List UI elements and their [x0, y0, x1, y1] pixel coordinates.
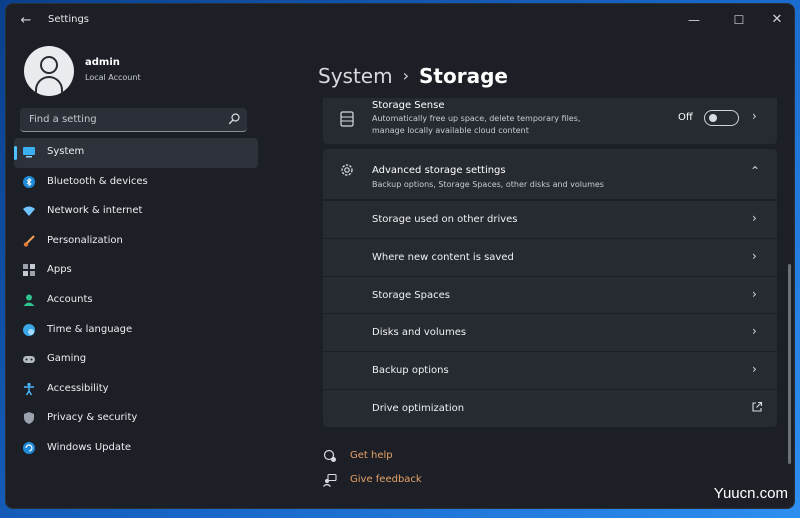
- sidebar-item-bluetooth[interactable]: Bluetooth & devices: [14, 168, 258, 198]
- user-profile[interactable]: admin Local Account: [24, 46, 254, 98]
- sidebar-item-label: Network & internet: [47, 205, 143, 217]
- chevron-right-icon: ›: [752, 211, 757, 225]
- sidebar-item-accessibility[interactable]: Accessibility: [14, 375, 258, 405]
- minimize-button[interactable]: —: [676, 8, 712, 32]
- list-item-storage-spaces[interactable]: Storage Spaces ›: [323, 275, 777, 314]
- chevron-right-icon: ›: [752, 109, 757, 123]
- maximize-button[interactable]: ☐: [721, 8, 757, 32]
- advanced-storage-list: Storage used on other drives › Where new…: [323, 200, 777, 427]
- app-title: Settings: [48, 14, 90, 25]
- list-item-drive-optimization[interactable]: Drive optimization: [323, 388, 777, 427]
- profile-name: admin: [85, 57, 120, 68]
- sidebar-item-label: Accounts: [47, 293, 93, 305]
- list-item-backup-options[interactable]: Backup options ›: [323, 351, 777, 389]
- advanced-storage-title: Advanced storage settings: [372, 165, 506, 176]
- person-icon: [23, 294, 35, 306]
- accessibility-icon: [24, 382, 34, 396]
- profile-account-type: Local Account: [85, 73, 141, 82]
- update-icon: [23, 441, 35, 454]
- sidebar-item-gaming[interactable]: Gaming: [14, 345, 258, 375]
- chevron-right-icon: ›: [752, 286, 757, 301]
- search-input[interactable]: Find a setting: [20, 108, 247, 132]
- sidebar-item-label: Windows Update: [47, 441, 132, 453]
- page-title: Storage: [419, 64, 508, 88]
- chevron-up-icon[interactable]: ⌃: [750, 164, 760, 178]
- help-links: Get help Give feedback: [323, 446, 523, 496]
- list-item-label: Where new content is saved: [372, 251, 514, 263]
- list-item-label: Storage Spaces: [372, 289, 450, 301]
- storage-sense-title: Storage Sense: [372, 100, 445, 111]
- help-icon: [323, 449, 336, 462]
- storage-sense-icon: [340, 111, 354, 127]
- sidebar-item-accounts[interactable]: Accounts: [14, 286, 258, 316]
- breadcrumb-separator: ›: [402, 66, 409, 85]
- chevron-right-icon: ›: [752, 362, 757, 377]
- avatar-body: [35, 76, 63, 96]
- storage-sense-toggle[interactable]: [704, 110, 739, 126]
- advanced-storage-settings-card[interactable]: Advanced storage settings Backup options…: [323, 149, 777, 199]
- monitor-icon: [23, 147, 35, 158]
- bluetooth-icon: [23, 175, 35, 188]
- give-feedback-row[interactable]: Give feedback: [323, 470, 523, 494]
- close-button[interactable]: ✕: [759, 8, 794, 32]
- list-item-label: Backup options: [372, 365, 449, 377]
- sidebar-nav: System Bluetooth & devices Network & int…: [14, 138, 258, 464]
- settings-window: ← Settings — ☐ ✕ admin Local Account Fin…: [6, 4, 794, 508]
- sidebar-item-privacy[interactable]: Privacy & security: [14, 404, 258, 434]
- get-help-link[interactable]: Get help: [350, 450, 393, 461]
- back-button[interactable]: ←: [16, 12, 36, 30]
- shield-icon: [24, 412, 34, 425]
- scrollbar[interactable]: [788, 264, 791, 464]
- storage-sense-description: Automatically free up space, delete temp…: [372, 114, 581, 135]
- avatar-head: [40, 56, 58, 74]
- list-item-other-drives[interactable]: Storage used on other drives ›: [323, 200, 777, 238]
- toggle-knob: [709, 114, 717, 122]
- list-item-disks-volumes[interactable]: Disks and volumes ›: [323, 313, 777, 352]
- storage-sense-toggle-state: Off: [678, 112, 693, 123]
- sidebar-item-personalization[interactable]: Personalization: [14, 227, 258, 257]
- sidebar-item-network[interactable]: Network & internet: [14, 197, 258, 227]
- sidebar-item-label: Privacy & security: [47, 412, 138, 424]
- gear-icon: [341, 164, 353, 176]
- title-bar: ← Settings — ☐ ✕: [6, 4, 794, 38]
- sidebar-item-time-language[interactable]: Time & language: [14, 316, 258, 346]
- globe-icon: [23, 323, 35, 336]
- sidebar-item-system[interactable]: System: [14, 138, 258, 168]
- active-indicator: [14, 146, 17, 160]
- list-item-new-content[interactable]: Where new content is saved ›: [323, 237, 777, 276]
- sidebar-item-label: Accessibility: [47, 382, 109, 394]
- advanced-storage-description: Backup options, Storage Spaces, other di…: [372, 180, 604, 189]
- sidebar-item-label: Apps: [47, 264, 72, 276]
- external-link-icon: [752, 401, 763, 412]
- brush-icon: [23, 235, 35, 247]
- list-item-label: Disks and volumes: [372, 327, 467, 339]
- sidebar-item-label: Personalization: [47, 234, 123, 246]
- sidebar-item-windows-update[interactable]: Windows Update: [14, 434, 258, 464]
- breadcrumb: System › Storage: [318, 64, 508, 90]
- watermark: Yuucn.com: [713, 485, 788, 502]
- search-icon[interactable]: [227, 112, 241, 126]
- chevron-right-icon: ›: [752, 324, 757, 339]
- feedback-icon: [323, 473, 337, 487]
- sidebar-item-label: Bluetooth & devices: [47, 175, 148, 187]
- storage-sense-card[interactable]: Storage Sense Automatically free up spac…: [323, 98, 777, 144]
- sidebar-item-apps[interactable]: Apps: [14, 256, 258, 286]
- sidebar-item-label: Gaming: [47, 353, 87, 365]
- gamepad-icon: [23, 356, 35, 364]
- apps-icon: [23, 264, 35, 277]
- get-help-row[interactable]: Get help: [323, 446, 523, 470]
- list-item-label: Storage used on other drives: [372, 214, 518, 225]
- sidebar-item-label: Time & language: [47, 323, 133, 335]
- wifi-icon: [23, 206, 35, 217]
- search-placeholder: Find a setting: [29, 114, 97, 125]
- breadcrumb-parent[interactable]: System: [318, 64, 393, 88]
- give-feedback-link[interactable]: Give feedback: [350, 474, 422, 485]
- sidebar-item-label: System: [47, 146, 85, 157]
- list-item-label: Drive optimization: [372, 402, 465, 414]
- chevron-right-icon: ›: [752, 248, 757, 263]
- avatar: [24, 46, 74, 96]
